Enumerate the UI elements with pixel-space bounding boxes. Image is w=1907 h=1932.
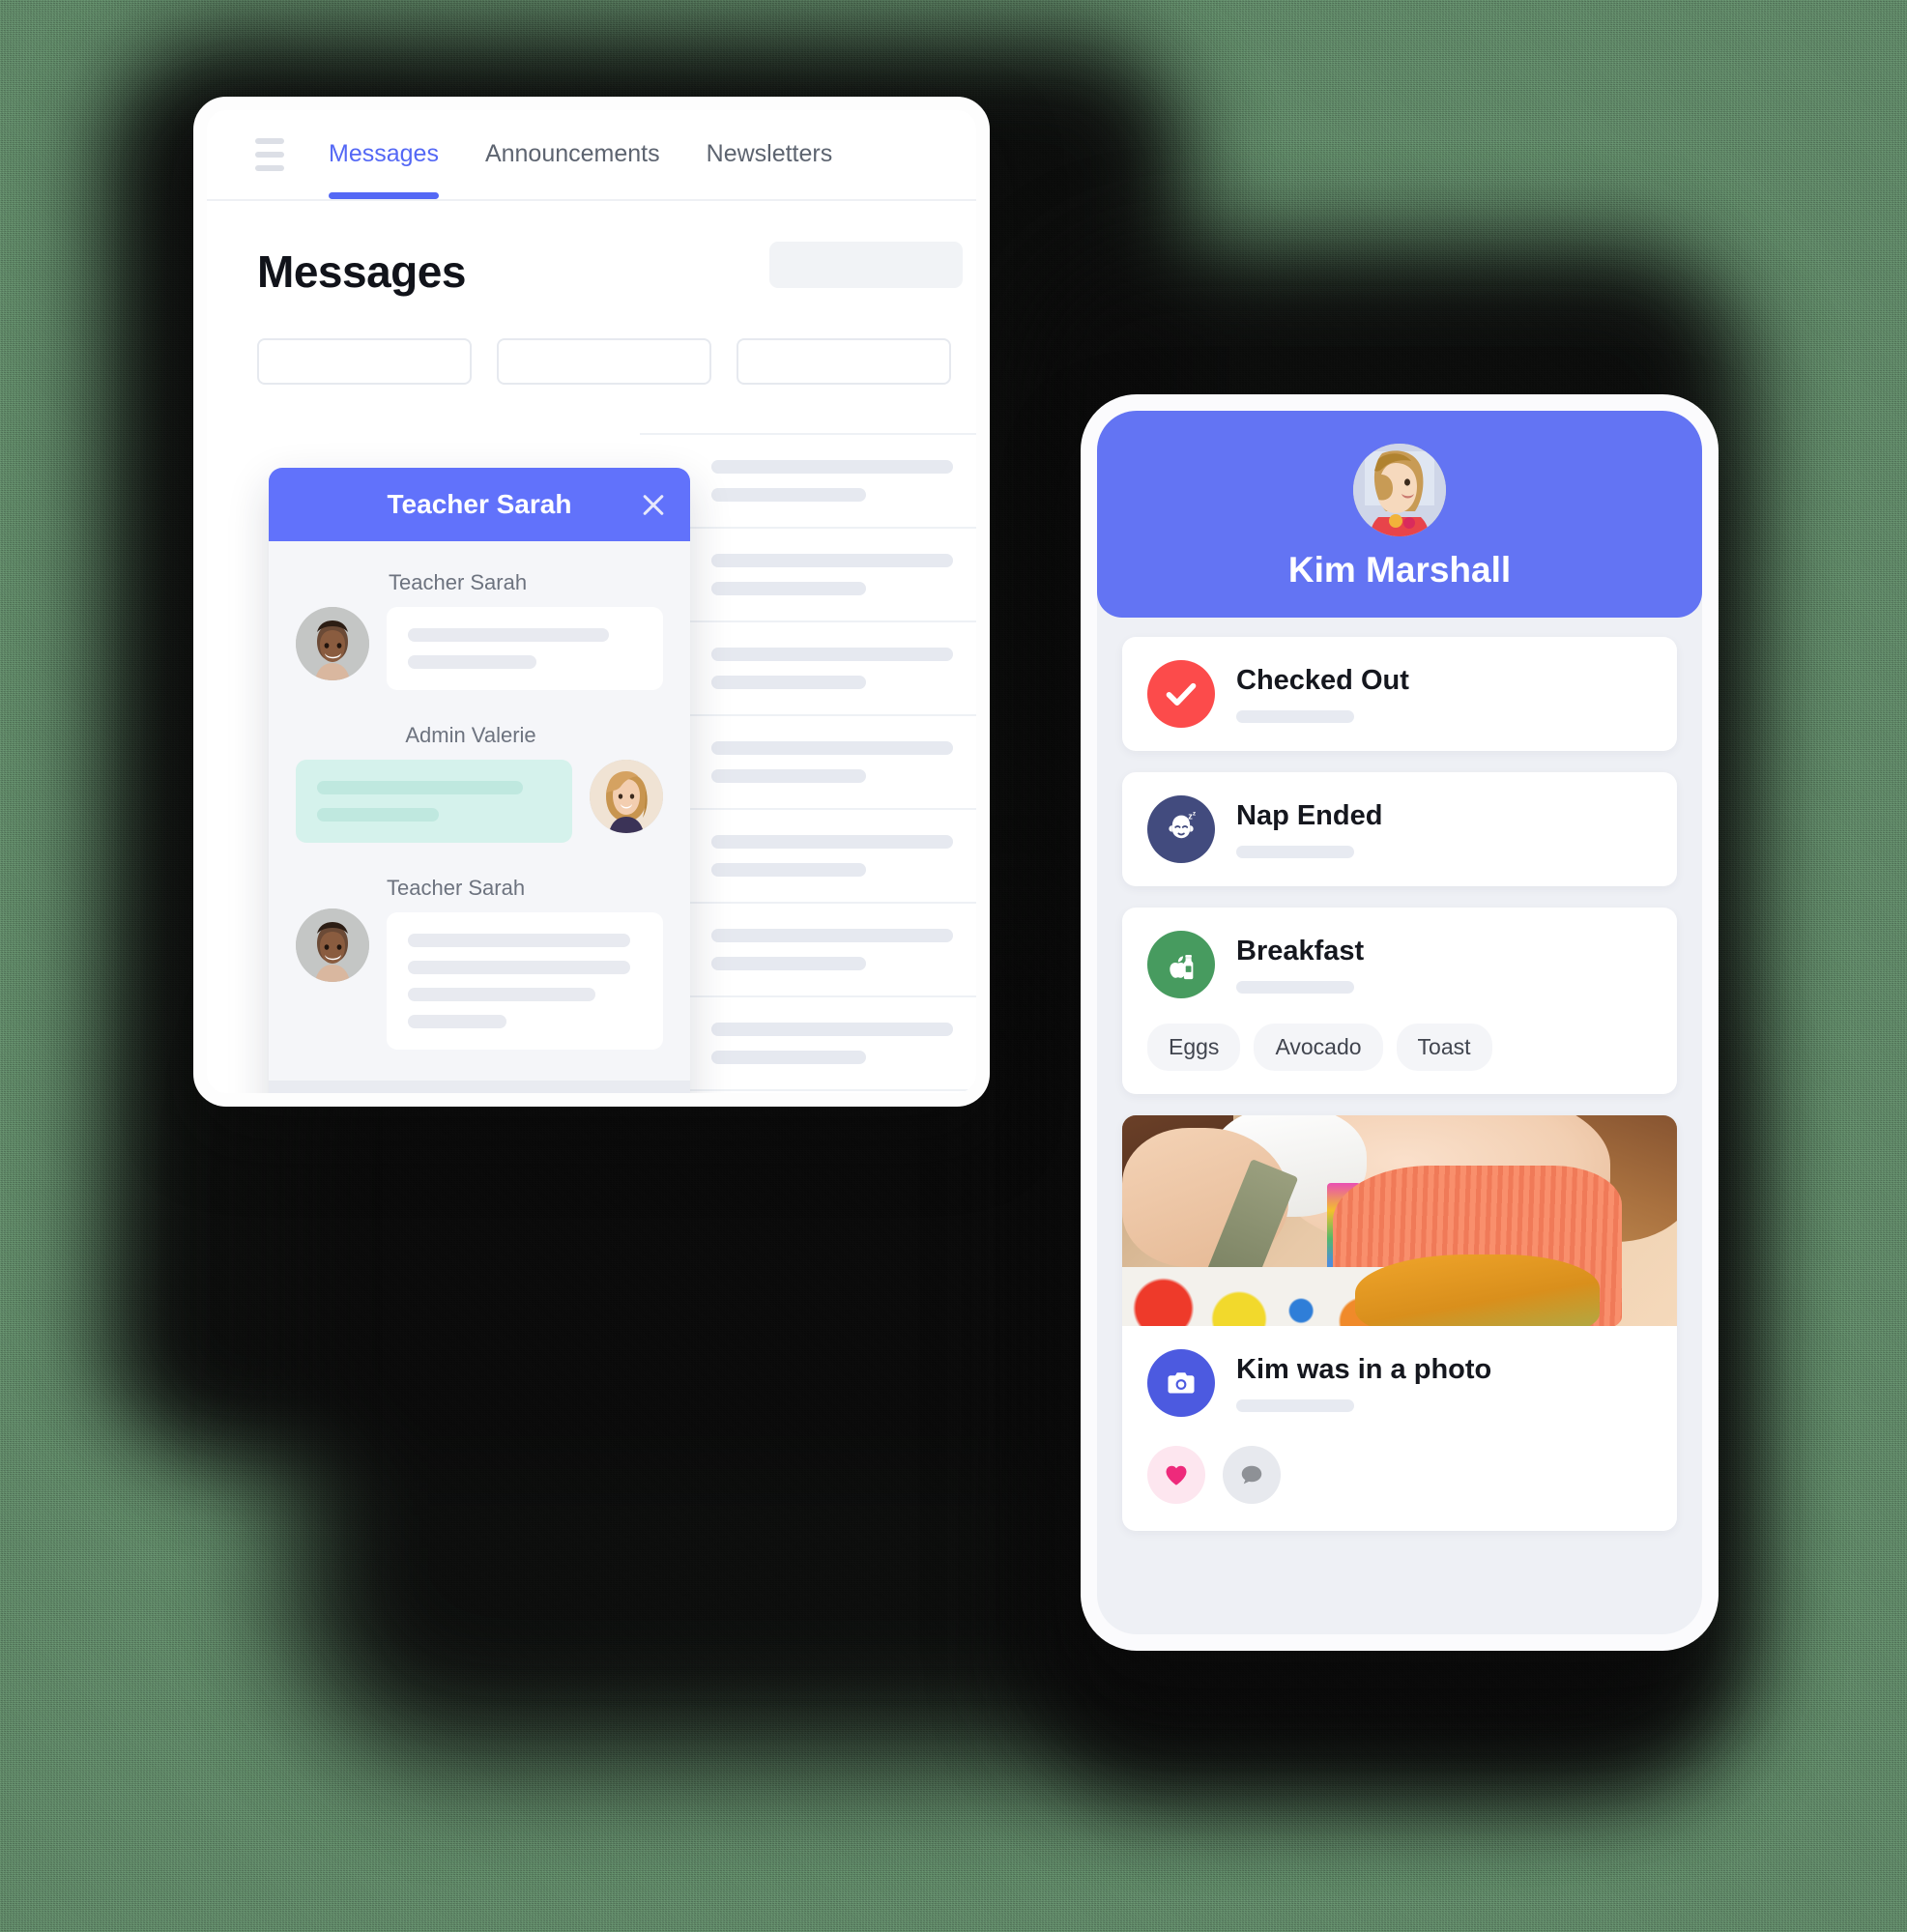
bubble-text-line [408, 934, 630, 947]
message-list-item[interactable] [640, 716, 976, 810]
hamburger-line [255, 138, 284, 144]
like-button[interactable] [1147, 1446, 1205, 1504]
activity-card-breakfast[interactable]: Breakfast Eggs Avocado Toast [1122, 908, 1677, 1094]
message-preview-line [711, 863, 866, 877]
chat-message-area: Teacher Sarah Admin Valerie Teacher Sara… [269, 541, 690, 1081]
message-input[interactable] [290, 1100, 590, 1107]
hamburger-menu-icon[interactable] [255, 138, 284, 171]
message-list-item[interactable] [640, 904, 976, 997]
message-preview-line [711, 488, 866, 502]
message-preview-line [711, 769, 866, 783]
activity-card-nap-ended[interactable]: z z Nap Ended [1122, 772, 1677, 886]
message-preview-line [711, 1023, 953, 1036]
message-list-item[interactable] [640, 810, 976, 904]
message-list-item[interactable] [640, 529, 976, 622]
message-preview-line [711, 676, 866, 689]
chat-message-sender: Teacher Sarah [389, 570, 528, 594]
phone-activity-feed: Checked Out z z Nap Ended Breakfast Eggs… [1097, 618, 1702, 1531]
message-preview-line [711, 554, 953, 567]
photo-post-card[interactable]: Kim was in a photo [1122, 1115, 1677, 1531]
send-button[interactable] [605, 1100, 669, 1107]
kim-marshall-avatar [1353, 444, 1446, 536]
filter-input-two[interactable] [497, 338, 711, 385]
header-action-button[interactable] [769, 242, 963, 288]
chat-bubble [387, 607, 663, 690]
message-preview-line [711, 460, 953, 474]
tablet-device: Messages Announcements Newsletters Messa… [193, 97, 990, 1107]
message-preview-line [711, 1051, 866, 1064]
chat-message: Teacher Sarah [296, 570, 663, 690]
activity-subtitle-placeholder [1236, 846, 1354, 858]
chat-bubble [296, 760, 572, 843]
chat-message: Admin Valerie [296, 723, 663, 843]
message-preview-line [711, 648, 953, 661]
photo-post-actions [1147, 1446, 1652, 1504]
photo-post-footer: Kim was in a photo [1122, 1326, 1677, 1531]
message-composer [269, 1081, 690, 1107]
chat-panel-header: Teacher Sarah [269, 468, 690, 541]
chat-title: Teacher Sarah [387, 489, 572, 519]
child-painting-photo [1122, 1115, 1677, 1326]
bubble-text-line [408, 961, 630, 974]
teacher-sarah-avatar [296, 908, 369, 982]
bubble-text-line [317, 781, 523, 794]
activity-subtitle-placeholder [1236, 710, 1354, 723]
bubble-text-line [408, 988, 595, 1001]
food-chip-toast[interactable]: Toast [1396, 1024, 1492, 1071]
close-icon[interactable] [638, 489, 669, 520]
message-preview-line [711, 929, 953, 942]
tablet-top-navigation: Messages Announcements Newsletters [207, 110, 976, 201]
message-preview-line [711, 582, 866, 595]
photo-post-subtitle-placeholder [1236, 1399, 1354, 1412]
chat-bubble [387, 912, 663, 1050]
admin-valerie-avatar [590, 760, 663, 833]
filter-input-one[interactable] [257, 338, 472, 385]
message-preview-line [711, 835, 953, 849]
apple-and-milk-icon [1147, 931, 1215, 998]
chat-message: Teacher Sarah [296, 876, 663, 1050]
message-preview-line [711, 741, 953, 755]
teacher-sarah-avatar [296, 607, 369, 680]
sleeping-baby-icon: z z [1147, 795, 1215, 863]
tab-newsletters[interactable]: Newsletters [705, 113, 835, 197]
message-list-item[interactable] [640, 435, 976, 529]
phone-device: Kim Marshall Checked Out z z Nap Ended B… [1081, 394, 1719, 1651]
child-name: Kim Marshall [1287, 550, 1512, 590]
filter-input-three[interactable] [737, 338, 951, 385]
heart-icon [1166, 1465, 1187, 1485]
activity-title: Breakfast [1236, 936, 1365, 966]
filter-row [257, 338, 976, 385]
phone-header: Kim Marshall [1097, 411, 1702, 618]
activity-card-checked-out[interactable]: Checked Out [1122, 637, 1677, 751]
message-list-item[interactable] [640, 997, 976, 1091]
breakfast-food-chips: Eggs Avocado Toast [1147, 1024, 1652, 1071]
message-list-item[interactable] [640, 622, 976, 716]
bubble-text-line [317, 808, 439, 822]
hamburger-line [255, 152, 284, 158]
bubble-text-line [408, 1015, 506, 1028]
food-chip-avocado[interactable]: Avocado [1254, 1024, 1383, 1071]
chat-message-sender: Admin Valerie [405, 723, 536, 747]
activity-title: Nap Ended [1236, 800, 1383, 831]
message-list [640, 433, 976, 1091]
hamburger-line [255, 165, 284, 171]
camera-icon [1147, 1349, 1215, 1417]
tablet-content-area: Messages Teacher Sarah Teacher Sarah Adm… [207, 201, 976, 1107]
activity-subtitle-placeholder [1236, 981, 1354, 994]
comment-bubble-icon [1241, 1465, 1262, 1485]
check-mark-icon [1147, 660, 1215, 728]
message-preview-line [711, 957, 866, 970]
activity-title: Checked Out [1236, 665, 1409, 696]
chat-panel: Teacher Sarah Teacher Sarah Admin Valeri… [269, 468, 690, 1107]
tab-announcements[interactable]: Announcements [483, 113, 662, 197]
chat-message-sender: Teacher Sarah [387, 876, 526, 900]
photo-post-title: Kim was in a photo [1236, 1354, 1492, 1385]
tab-messages[interactable]: Messages [327, 113, 441, 199]
food-chip-eggs[interactable]: Eggs [1147, 1024, 1241, 1071]
comment-button[interactable] [1223, 1446, 1281, 1504]
bubble-text-line [408, 628, 610, 642]
bubble-text-line [408, 655, 537, 669]
svg-text:z: z [1193, 811, 1197, 818]
